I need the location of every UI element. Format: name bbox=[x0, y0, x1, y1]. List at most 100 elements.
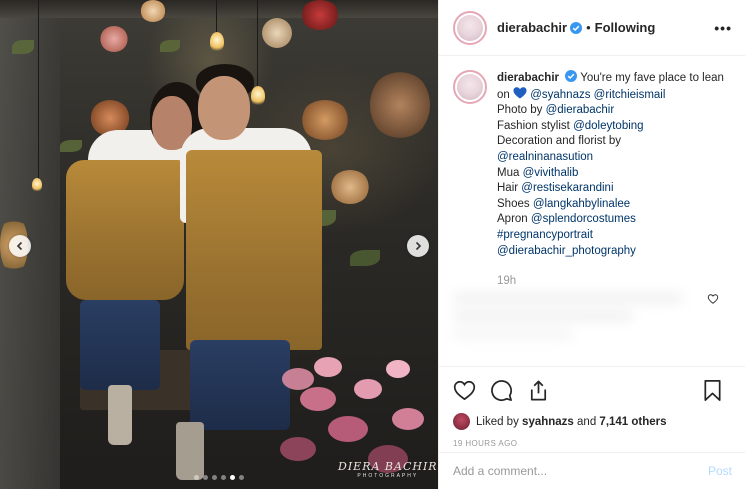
carousel-next-button[interactable] bbox=[407, 235, 429, 257]
blue-heart-icon bbox=[513, 86, 527, 99]
bulb-wire bbox=[257, 0, 258, 88]
caption-line: Shoes @langkahbylinalee bbox=[497, 197, 733, 213]
likes-prefix: Liked by bbox=[476, 415, 519, 428]
verified-badge-icon bbox=[570, 21, 583, 34]
action-bar bbox=[453, 377, 732, 403]
caption-line: Decoration and florist by bbox=[497, 134, 733, 150]
caption-line: Fashion stylist @doleytobing bbox=[497, 119, 733, 135]
caption-line-label: Hair bbox=[497, 182, 522, 195]
caption-text: dierabachir You're my fave place to lean… bbox=[497, 70, 733, 290]
light-bulb bbox=[32, 178, 42, 192]
boot bbox=[176, 422, 204, 480]
post-sidebar: dierabachir • Following ••• dierabachir … bbox=[438, 0, 745, 489]
caption-line-link[interactable]: @realninanasution bbox=[497, 151, 593, 163]
carousel-dot bbox=[212, 475, 217, 480]
heart-icon[interactable] bbox=[453, 379, 476, 402]
liker-avatar[interactable] bbox=[453, 413, 470, 430]
caption-line-label: Decoration and florist by bbox=[497, 135, 622, 148]
carousel-prev-button[interactable] bbox=[9, 235, 31, 257]
caption-line: Mua @vivithalib bbox=[497, 166, 733, 182]
caption-line-link[interactable]: @langkahbylinalee bbox=[533, 198, 630, 210]
comment-box: Post bbox=[439, 452, 745, 489]
carousel-indicator bbox=[194, 475, 244, 480]
caption-line: @realninanasution bbox=[497, 150, 733, 166]
bookmark-icon[interactable] bbox=[701, 379, 724, 402]
comment-icon[interactable] bbox=[490, 379, 513, 402]
apron bbox=[186, 150, 322, 350]
caption-line: Apron @splendorcostumes bbox=[497, 212, 733, 228]
caption-line-link[interactable]: #pregnancyportrait bbox=[497, 229, 593, 241]
watermark-sub: PHOTOGRAPHY bbox=[357, 473, 419, 479]
carousel-dot bbox=[194, 475, 199, 480]
caption-mention[interactable]: @ritchieismail bbox=[594, 89, 666, 101]
post-timestamp[interactable]: 19 HOURS AGO bbox=[453, 439, 732, 448]
more-options-button[interactable]: ••• bbox=[714, 20, 732, 36]
leaf bbox=[60, 140, 82, 152]
flower bbox=[262, 18, 292, 48]
flower bbox=[300, 0, 340, 30]
carousel-dot bbox=[203, 475, 208, 480]
light-bulb bbox=[251, 86, 265, 106]
caption-line-label: Apron bbox=[497, 213, 531, 226]
photo-beam bbox=[0, 0, 438, 18]
header-separator: • bbox=[586, 20, 591, 35]
comment-input[interactable] bbox=[453, 464, 708, 478]
leaf bbox=[350, 250, 380, 266]
watermark-main: DIERA BACHIR bbox=[338, 460, 438, 473]
caption-mention[interactable]: @syahnazs bbox=[530, 89, 590, 101]
likes-row: Liked by syahnazs and 7,141 others bbox=[453, 413, 732, 430]
jeans bbox=[80, 300, 160, 390]
share-icon[interactable] bbox=[527, 379, 550, 402]
caption-line-link[interactable]: @dierabachir bbox=[546, 104, 615, 116]
caption-lines: Photo by @dierabachir Fashion stylist @do… bbox=[497, 103, 733, 259]
caption-line-link[interactable]: @splendorcostumes bbox=[531, 213, 636, 225]
caption-line-link[interactable]: @restisekarandini bbox=[521, 182, 613, 194]
light-bulb bbox=[210, 32, 224, 52]
caption-line-link[interactable]: @vivithalib bbox=[523, 167, 579, 179]
carousel-dot bbox=[230, 475, 235, 480]
caption-line-label: Fashion stylist bbox=[497, 119, 574, 132]
caption-line-label: Shoes bbox=[497, 197, 533, 210]
bulb-wire bbox=[38, 0, 39, 180]
caption-line-label: Mua bbox=[497, 166, 523, 179]
flower bbox=[100, 26, 128, 52]
caption-line-label: Photo by bbox=[497, 104, 546, 117]
caption-line-link[interactable]: @doleytobing bbox=[573, 120, 644, 132]
blurred-comment bbox=[453, 286, 733, 346]
caption-block: dierabachir You're my fave place to lean… bbox=[453, 70, 743, 290]
carousel-dot bbox=[221, 475, 226, 480]
verified-badge-icon bbox=[565, 70, 578, 82]
caption-line-link[interactable]: @dierabachir_photography bbox=[497, 245, 636, 257]
flower bbox=[140, 0, 166, 22]
post-photo[interactable]: DIERA BACHIR PHOTOGRAPHY bbox=[0, 0, 438, 489]
flower bbox=[330, 170, 370, 204]
boot bbox=[108, 385, 132, 445]
following-button[interactable]: Following bbox=[595, 20, 656, 35]
profile-avatar[interactable] bbox=[453, 10, 487, 45]
caption-line: @dierabachir_photography bbox=[497, 244, 733, 260]
face bbox=[198, 76, 250, 140]
flower bbox=[370, 70, 430, 140]
leaf bbox=[12, 40, 34, 54]
photo-watermark: DIERA BACHIR PHOTOGRAPHY bbox=[338, 460, 438, 479]
caption-line: Hair @restisekarandini bbox=[497, 181, 733, 197]
bulb-wire bbox=[216, 0, 217, 34]
chevron-right-icon bbox=[415, 241, 422, 251]
liker-username[interactable]: syahnazs bbox=[522, 416, 574, 428]
caption-avatar[interactable] bbox=[453, 70, 487, 104]
chevron-left-icon bbox=[16, 241, 23, 251]
likes-middle: and bbox=[577, 415, 597, 428]
apron bbox=[66, 160, 184, 300]
likes-count-link[interactable]: 7,141 others bbox=[599, 416, 666, 428]
comment-like-icon[interactable] bbox=[707, 293, 719, 305]
post-header: dierabachir • Following ••• bbox=[439, 0, 745, 56]
caption-username[interactable]: dierabachir bbox=[497, 72, 559, 84]
carousel-dot bbox=[239, 475, 244, 480]
leaf bbox=[160, 40, 180, 52]
caption-line: Photo by @dierabachir bbox=[497, 103, 733, 119]
flower bbox=[300, 100, 350, 140]
action-section: Liked by syahnazs and 7,141 others 19 HO… bbox=[439, 366, 745, 448]
post-comment-button[interactable]: Post bbox=[708, 464, 732, 478]
caption-line: #pregnancyportrait bbox=[497, 228, 733, 244]
post-username[interactable]: dierabachir bbox=[497, 20, 567, 35]
